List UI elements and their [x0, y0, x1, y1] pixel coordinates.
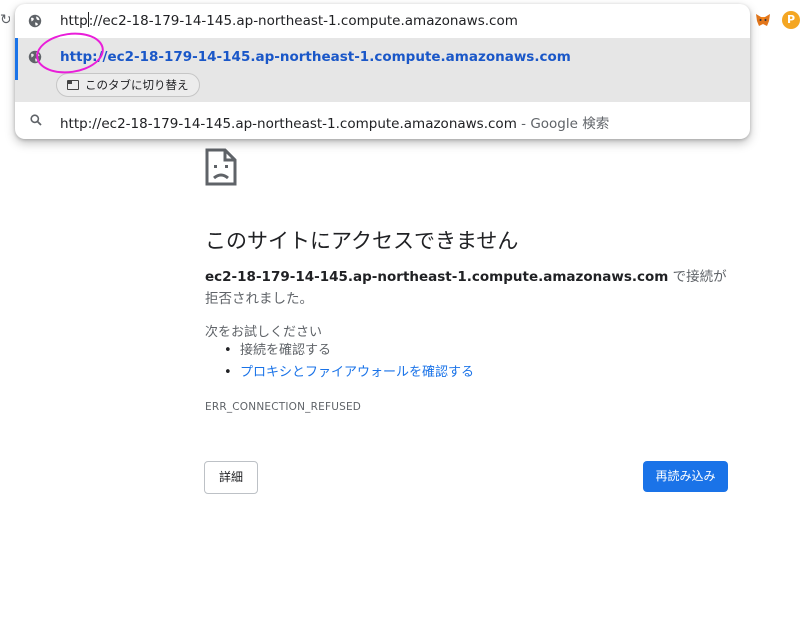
error-description: ec2-18-179-14-145.ap-northeast-1.compute…: [205, 266, 735, 310]
reload-button[interactable]: 再読み込み: [643, 461, 728, 492]
error-host: ec2-18-179-14-145.ap-northeast-1.compute…: [205, 269, 669, 285]
omnibox-input-text[interactable]: http://ec2-18-179-14-145.ap-northeast-1.…: [60, 12, 518, 29]
omnibox-suggestion-selected[interactable]: http://ec2-18-179-14-145.ap-northeast-1.…: [15, 38, 750, 102]
error-code: ERR_CONNECTION_REFUSED: [205, 401, 362, 413]
globe-icon: [28, 14, 42, 28]
switch-to-tab-label: このタブに切り替え: [85, 78, 189, 92]
reload-icon[interactable]: ↻: [0, 12, 10, 28]
selection-indicator: [15, 38, 18, 80]
metamask-extension-icon[interactable]: [755, 12, 771, 28]
search-suffix: - Google 検索: [516, 116, 610, 132]
omnibox-input-before-caret: http: [60, 13, 88, 29]
search-query: http://ec2-18-179-14-145.ap-northeast-1.…: [60, 116, 517, 132]
omnibox-input-after-caret: ://ec2-18-179-14-145.ap-northeast-1.comp…: [88, 13, 518, 29]
tab-icon: [67, 80, 79, 90]
sad-page-icon: [205, 148, 237, 186]
try-label: 次をお試しください: [205, 325, 323, 340]
switch-to-tab-button[interactable]: このタブに切り替え: [56, 73, 200, 97]
omnibox-dropdown: http://ec2-18-179-14-145.ap-northeast-1.…: [15, 4, 750, 139]
omnibox-suggestion-search[interactable]: http://ec2-18-179-14-145.ap-northeast-1.…: [15, 102, 750, 139]
suggestion-url: http://ec2-18-179-14-145.ap-northeast-1.…: [60, 49, 571, 65]
search-suggestion-text: http://ec2-18-179-14-145.ap-northeast-1.…: [60, 112, 609, 132]
search-icon: [30, 114, 42, 126]
try-item-check-proxy-link[interactable]: プロキシとファイアウォールを確認する: [222, 362, 474, 384]
try-list: 接続を確認する プロキシとファイアウォールを確認する: [222, 340, 474, 384]
omnibox-input[interactable]: http://ec2-18-179-14-145.ap-northeast-1.…: [15, 4, 750, 38]
extension-p-icon[interactable]: P: [782, 11, 800, 29]
details-button[interactable]: 詳細: [204, 461, 258, 494]
try-item-check-connection: 接続を確認する: [222, 340, 474, 362]
error-title: このサイトにアクセスできません: [205, 229, 519, 253]
